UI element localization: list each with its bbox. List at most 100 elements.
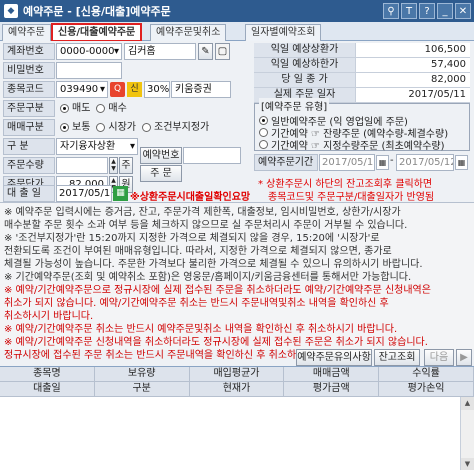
notice-line: ※ 예약주문 입력시에는 증거금, 잔고, 주문가격 제한폭, 대출정보, 임시… bbox=[4, 207, 401, 218]
grid-col-header[interactable]: 현재가 bbox=[190, 382, 285, 396]
summary-row: 익일 예상상환가 106,500 bbox=[254, 43, 470, 58]
notice-line: ※ 기간예약주문(조회 및 예약취소 포함)은 영웅문/홈페이지/키움금융센터를… bbox=[4, 272, 412, 283]
summary-key: 익일 예상하한가 bbox=[254, 58, 356, 72]
grid-col-header[interactable]: 평가손익 bbox=[379, 382, 474, 396]
qty-stepper[interactable]: ▲ ▼ bbox=[109, 157, 118, 174]
notice-line: ※ '조건부지정가'란 15:20까지 지정한 가격으로 체결되지 않을 경우,… bbox=[4, 233, 380, 244]
balance-query-button[interactable]: 잔고조회 bbox=[374, 349, 420, 366]
radio-checked-icon bbox=[60, 104, 69, 113]
summary-value: 106,500 bbox=[356, 43, 470, 57]
help-icon[interactable]: ? bbox=[419, 3, 435, 19]
radio-unchecked-icon bbox=[142, 123, 152, 132]
radio-unchecked-icon bbox=[259, 140, 268, 149]
period-separator: - bbox=[390, 155, 394, 166]
tab-strip: 예약주문 신용/대출예약주문 예약주문및취소 일자별예약조회 bbox=[0, 22, 474, 42]
grid-col-header[interactable]: 수익률 bbox=[379, 367, 474, 381]
radio-market-label: 시장가 bbox=[108, 122, 137, 133]
period-to-input[interactable]: 2017/05/12 bbox=[396, 154, 454, 171]
grid-col-header[interactable]: 대출일 bbox=[0, 382, 95, 396]
edit-icon[interactable]: ✎ bbox=[198, 43, 213, 60]
grid-col-header[interactable]: 종목명 bbox=[0, 367, 95, 381]
stock-code-label: 종목코드 bbox=[3, 81, 55, 98]
tab-credit-reserve-order[interactable]: 신용/대출예약주문 bbox=[51, 23, 143, 42]
reserve-number-input[interactable] bbox=[183, 147, 241, 164]
qty-label: 주문수량 bbox=[3, 157, 55, 174]
tab-reserve-order[interactable]: 예약주문 bbox=[2, 24, 51, 41]
tab-reserve-order-cancel[interactable]: 예약주문및취소 bbox=[150, 24, 227, 41]
summary-row: 익일 예상하한가 57,400 bbox=[254, 58, 470, 73]
close-icon[interactable]: ✕ bbox=[455, 3, 471, 19]
notice-line: ※ 예약/기간예약주문 취소는 반드시 예약주문및취소 내역을 확인하신 후 취… bbox=[4, 324, 398, 335]
notice-line: ※ 예약/기간예약주문 신청내역을 취소하더라도 정규시장에 실제 접수된 주문… bbox=[4, 337, 428, 348]
window-controls: ⚲ T ? _ ✕ bbox=[383, 3, 471, 19]
price-summary-table: 익일 예상상환가 106,500 익일 예상하한가 57,400 당 일 종 가 82… bbox=[254, 43, 470, 103]
lock-icon[interactable]: T bbox=[401, 3, 417, 19]
next-button[interactable]: 다음 bbox=[424, 349, 454, 366]
radio-normal[interactable]: 보통 bbox=[60, 119, 90, 136]
tab-daily-reserve-query[interactable]: 일자별예약조회 bbox=[245, 24, 322, 41]
minimize-icon[interactable]: _ bbox=[437, 3, 453, 19]
period-label: 예약주문기간 bbox=[254, 154, 318, 171]
scroll-down-icon[interactable]: ▼ bbox=[461, 458, 474, 470]
calendar-icon[interactable]: ▦ bbox=[376, 155, 389, 170]
radio-conditional[interactable]: 조건부지정가 bbox=[142, 119, 209, 136]
period-from-input[interactable]: 2017/05/11 bbox=[319, 154, 375, 171]
search-icon[interactable]: Q bbox=[110, 82, 125, 97]
summary-key: 당 일 종 가 bbox=[254, 73, 356, 87]
stock-code-input[interactable]: 039490 ▾ bbox=[56, 81, 108, 98]
window-title: 예약주문 - [신용/대출]예약주문 bbox=[23, 5, 171, 18]
title-bar: ◆ 예약주문 - [신용/대출]예약주문 ⚲ T ? _ ✕ bbox=[0, 0, 474, 22]
radio-market[interactable]: 시장가 bbox=[96, 119, 136, 136]
summary-row: 당 일 종 가 82,000 bbox=[254, 73, 470, 88]
chevron-down-icon: ▾ bbox=[129, 141, 135, 152]
balance-notice-line2: 종목코드및 주문구분/대출일자가 반영됨 bbox=[268, 192, 435, 203]
calendar-icon[interactable]: ▦ bbox=[455, 155, 468, 170]
account-number-select[interactable]: 0000-0000 ▾ bbox=[56, 43, 122, 60]
grid-header-row1: 종목명 보유량 매입평균가 매매금액 수익률 bbox=[0, 367, 474, 382]
notice-line: 취소가 되지 않습니다. 예약/기간예약주문 취소는 반드시 주문내역및취소 내… bbox=[4, 298, 389, 309]
stock-name: 키움증권 bbox=[171, 81, 231, 98]
reserve-number-button[interactable]: 예약번호 bbox=[140, 147, 182, 164]
grid-col-header[interactable]: 보유량 bbox=[95, 367, 190, 381]
grid-col-header[interactable]: 평가금액 bbox=[284, 382, 380, 396]
loan-date-warning: ※상환주문시대출일확인요망 bbox=[130, 192, 251, 203]
grid-col-header[interactable]: 매입평균가 bbox=[190, 367, 285, 381]
notice-line: 취소하시기 바랍니다. bbox=[4, 311, 94, 322]
grid-scrollbar[interactable]: ▲ ▼ bbox=[460, 397, 474, 470]
grid-col-header[interactable]: 매매금액 bbox=[284, 367, 380, 381]
radio-period-fixed[interactable]: 기간예약 ☞ 지정수량주문 (최초예약수량) bbox=[259, 137, 445, 152]
clear-icon[interactable]: ▢ bbox=[215, 43, 230, 60]
account-label: 계좌번호 bbox=[3, 43, 55, 60]
order-button[interactable]: 주 문 bbox=[140, 165, 182, 182]
category-value: 자기융자상환 bbox=[60, 141, 116, 152]
order-type-label: 주문구분 bbox=[3, 100, 55, 117]
password-input[interactable] bbox=[56, 62, 122, 79]
qty-unit-button[interactable]: 주 bbox=[119, 157, 133, 174]
notice-line: ※ 예약/기간예약주문으로 정규시장에 실제 접수된 주문을 취소하더라도 예약… bbox=[4, 285, 431, 296]
order-type-group: 매도 매수 bbox=[60, 100, 133, 117]
pin-icon[interactable]: ⚲ bbox=[383, 3, 399, 19]
category-label: 구 분 bbox=[3, 138, 55, 155]
reserve-type-group: [예약주문 유형] 일반예약주문 (익 영업일에 주문) 기간예약 ☞ 잔량주문… bbox=[254, 98, 470, 152]
qty-input[interactable] bbox=[56, 157, 108, 174]
grid-col-header[interactable]: 구분 bbox=[95, 382, 190, 396]
radio-buy[interactable]: 매수 bbox=[96, 100, 127, 117]
balance-grid: 종목명 보유량 매입평균가 매매금액 수익률 대출일 구분 현재가 평가금액 평… bbox=[0, 366, 474, 470]
radio-period-fixed-label: 기간예약 ☞ 지정수량주문 (최초예약수량) bbox=[271, 141, 445, 152]
order-method-label: 매매구분 bbox=[3, 119, 55, 136]
order-panel: 계좌번호 0000-0000 ▾ 김커홈 ✎ ▢ 비밀번호 종목코드 039490… bbox=[0, 41, 474, 470]
scroll-up-icon[interactable]: ▲ bbox=[461, 397, 474, 410]
radio-sell[interactable]: 매도 bbox=[60, 100, 90, 117]
loan-date-input[interactable]: 2017/05/11 bbox=[56, 185, 112, 202]
reserve-notice-button[interactable]: 예약주문유의사항 bbox=[296, 349, 372, 366]
category-select[interactable]: 자기융자상환 ▾ bbox=[56, 138, 138, 155]
radio-unchecked-icon bbox=[96, 123, 106, 132]
calendar-icon[interactable]: ▦ bbox=[113, 186, 128, 201]
chevron-down-icon: ▾ bbox=[99, 84, 105, 95]
chevron-down-icon: ▾ bbox=[113, 46, 119, 57]
summary-value: 57,400 bbox=[356, 58, 470, 72]
radio-checked-icon bbox=[259, 116, 268, 125]
next-arrow-icon[interactable]: ▶ bbox=[456, 349, 472, 366]
stock-code-value: 039490 bbox=[60, 84, 99, 95]
password-label: 비밀번호 bbox=[3, 62, 55, 79]
